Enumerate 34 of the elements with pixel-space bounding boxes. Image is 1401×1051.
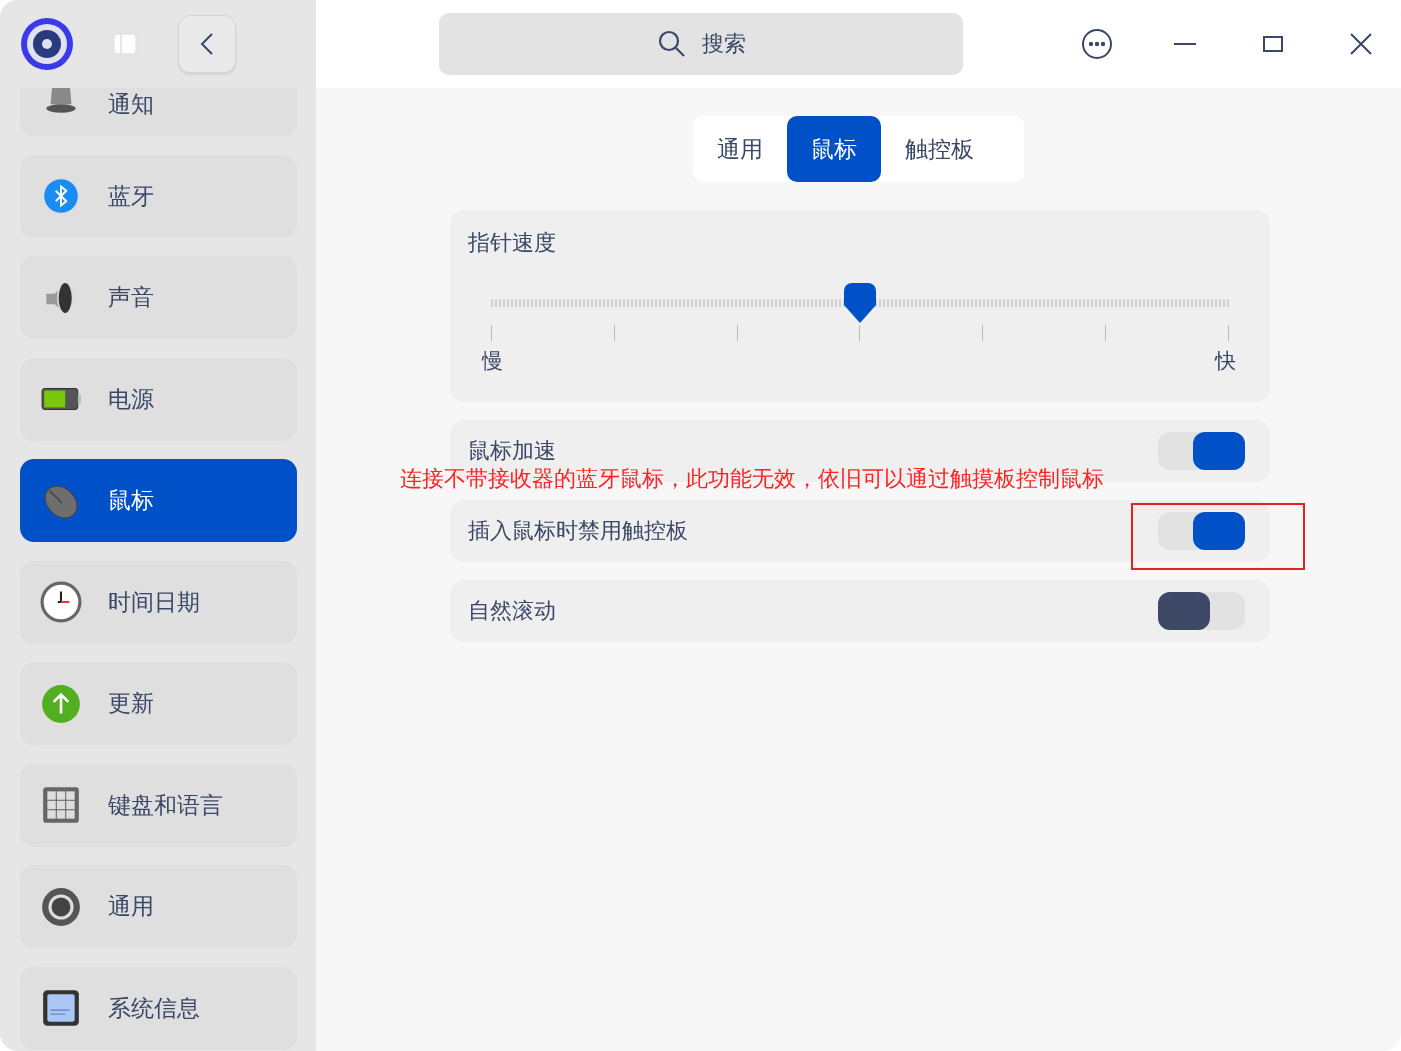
chevron-left-icon xyxy=(200,32,214,56)
sidebar-item[interactable]: 声音 xyxy=(20,256,297,339)
app-logo xyxy=(20,17,74,71)
keyboard-icon xyxy=(40,784,82,826)
more-icon[interactable] xyxy=(1081,28,1113,60)
sidebar-item[interactable]: 系统信息 xyxy=(20,966,297,1050)
gear-icon xyxy=(40,885,82,928)
annotation-text: 连接不带接收器的蓝牙鼠标，此功能无效，依旧可以通过触摸板控制鼠标 xyxy=(400,465,1104,493)
toggle-switch[interactable] xyxy=(1158,512,1245,550)
sidebar-item[interactable]: 时间日期 xyxy=(20,560,297,644)
sidebar-item[interactable]: 鼠标 xyxy=(20,459,297,542)
setting-label: 鼠标加速 xyxy=(468,437,556,465)
sidebar-toggle-icon[interactable] xyxy=(112,31,138,57)
slow-label: 慢 xyxy=(482,348,503,375)
setting-label: 自然滚动 xyxy=(468,597,556,625)
toggle-switch[interactable] xyxy=(1158,432,1245,470)
sidebar-item[interactable]: 更新 xyxy=(20,662,297,745)
sidebar-item[interactable]: 电源 xyxy=(20,357,297,441)
setting-label: 插入鼠标时禁用触控板 xyxy=(468,517,688,545)
tab[interactable]: 触控板 xyxy=(881,116,998,182)
update-icon xyxy=(40,682,82,725)
slider-thumb[interactable] xyxy=(842,281,878,325)
sidebar-item[interactable]: 键盘和语言 xyxy=(20,763,297,847)
system-info-icon xyxy=(40,987,82,1029)
toggle-switch[interactable] xyxy=(1158,592,1245,630)
search-field[interactable]: 搜索 xyxy=(439,13,963,75)
sidebar-item[interactable]: 蓝牙 xyxy=(20,154,297,238)
sidebar-item[interactable]: 通用 xyxy=(20,865,297,948)
fast-label: 快 xyxy=(1215,348,1236,375)
tab[interactable]: 鼠标 xyxy=(787,116,881,182)
sidebar-item[interactable]: 通知 xyxy=(20,88,297,136)
tab[interactable]: 通用 xyxy=(693,116,787,182)
clock-icon xyxy=(40,581,82,623)
pointer-speed-title: 指针速度 xyxy=(468,229,557,257)
